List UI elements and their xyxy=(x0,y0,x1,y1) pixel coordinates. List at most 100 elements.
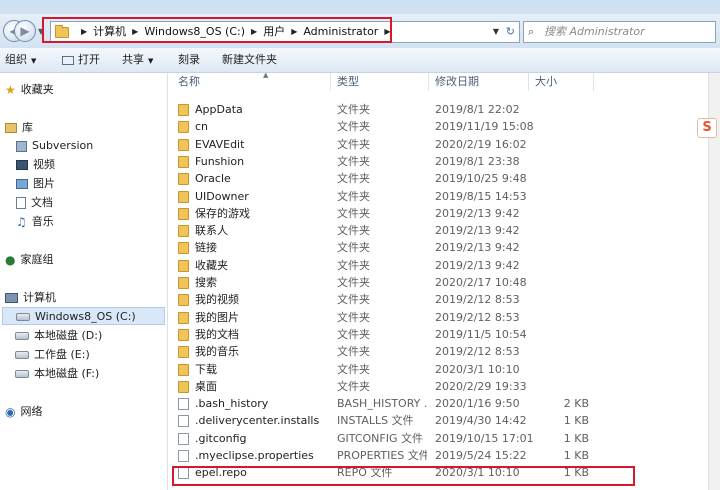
table-row[interactable]: .gitconfig GITCONFIG 文件 2019/10/15 17:01 1 … xyxy=(168,430,708,447)
table-row[interactable]: AppData 文件夹 2019/8/1 22:02 xyxy=(168,101,708,118)
table-row[interactable]: EVAVEdit 文件夹 2020/2/19 16:02 xyxy=(168,136,708,153)
homegroup-icon: ● xyxy=(5,253,16,267)
nav-item-drive-d[interactable]: 本地磁盘 (D:) xyxy=(15,327,102,345)
nav-item-drive-f[interactable]: 本地磁盘 (F:) xyxy=(15,365,99,383)
column-label: 修改日期 xyxy=(435,75,479,88)
folder-icon xyxy=(178,346,189,359)
table-row[interactable]: 保存的游戏 文件夹 2019/2/13 9:42 xyxy=(168,205,708,222)
nav-item-documents[interactable]: 文档 xyxy=(16,194,53,212)
navigation-pane: ★ 收藏夹 库 Subversion 视频 图片 文档 ♫ 音乐 ● 家庭组 计算机 … xyxy=(0,73,168,490)
column-header-type[interactable]: 类型 xyxy=(337,73,359,91)
search-input[interactable]: ⌕ 搜索 Administrator xyxy=(523,21,716,43)
drive-icon xyxy=(15,351,29,359)
nav-item-subversion[interactable]: Subversion xyxy=(16,137,93,155)
folder-icon xyxy=(178,138,189,151)
share-button[interactable]: 共享 ▼ xyxy=(122,48,153,72)
file-type: GITCONFIG 文件 xyxy=(337,431,424,445)
file-type: 文件夹 xyxy=(337,362,370,376)
file-type: 文件夹 xyxy=(337,345,370,359)
folder-icon xyxy=(178,328,189,341)
nav-item-network[interactable]: ◉ 网络 xyxy=(5,403,42,421)
table-row[interactable]: UIDowner 文件夹 2019/8/15 14:53 xyxy=(168,188,708,205)
nav-item-computer[interactable]: 计算机 xyxy=(5,289,56,307)
folder-icon xyxy=(178,121,189,134)
folder-icon xyxy=(178,155,189,168)
file-name: 我的音乐 xyxy=(195,345,239,359)
document-icon xyxy=(16,197,26,209)
table-row[interactable]: 收藏夹 文件夹 2019/2/13 9:42 xyxy=(168,257,708,274)
file-date: 2019/2/12 8:53 xyxy=(435,310,520,324)
column-divider[interactable] xyxy=(528,73,529,91)
column-label: 名称 xyxy=(178,75,200,88)
table-row[interactable]: 我的文档 文件夹 2019/11/5 10:54 xyxy=(168,326,708,343)
file-date: 2019/2/13 9:42 xyxy=(435,241,520,255)
address-dropdown-icon[interactable]: ▼ xyxy=(493,22,499,42)
table-row[interactable]: .deliverycenter.installs INSTALLS 文件 2019/… xyxy=(168,412,708,429)
table-row[interactable]: 桌面 文件夹 2020/2/29 19:33 xyxy=(168,378,708,395)
column-divider[interactable] xyxy=(428,73,429,91)
highlight-box-address xyxy=(42,17,392,43)
nav-label: 家庭组 xyxy=(20,253,54,266)
nav-label: 库 xyxy=(22,121,33,134)
folder-icon xyxy=(178,311,189,324)
nav-item-drive-e[interactable]: 工作盘 (E:) xyxy=(15,346,90,364)
file-icon xyxy=(178,450,189,462)
folder-icon xyxy=(178,277,189,289)
new-folder-button[interactable]: 新建文件夹 xyxy=(222,48,277,72)
table-row[interactable]: 我的视频 文件夹 2019/2/12 8:53 xyxy=(168,291,708,308)
column-divider[interactable] xyxy=(330,73,331,91)
nav-item-pictures[interactable]: 图片 xyxy=(16,175,55,193)
file-type: 文件夹 xyxy=(337,172,370,186)
file-date: 2019/2/13 9:42 xyxy=(435,224,520,238)
new-folder-label: 新建文件夹 xyxy=(222,53,277,66)
table-row[interactable]: .myeclipse.properties PROPERTIES 文件 2019/5… xyxy=(168,447,708,464)
file-date: 2019/11/5 10:54 xyxy=(435,327,527,341)
forward-button[interactable]: ▶ xyxy=(14,20,36,42)
nav-item-libraries[interactable]: 库 xyxy=(5,119,33,137)
file-name-cell: 联系人 xyxy=(178,222,328,239)
nav-item-videos[interactable]: 视频 xyxy=(16,156,55,174)
file-name-cell: .bash_history xyxy=(178,395,328,412)
table-row[interactable]: 下载 文件夹 2020/3/1 10:10 xyxy=(168,361,708,378)
open-button[interactable]: 打开 xyxy=(62,48,100,72)
video-icon xyxy=(16,160,28,170)
nav-label: Windows8_OS (C:) xyxy=(35,310,136,323)
table-row[interactable]: 联系人 文件夹 2019/2/13 9:42 xyxy=(168,222,708,239)
file-name: 下载 xyxy=(195,362,217,376)
file-date: 2019/4/30 14:42 xyxy=(435,414,527,428)
organize-button[interactable]: 组织 ▼ xyxy=(5,48,36,72)
column-header-name[interactable]: 名称 xyxy=(178,73,200,91)
library-icon xyxy=(5,123,17,133)
network-icon: ◉ xyxy=(5,405,16,419)
column-header-size[interactable]: 大小 xyxy=(535,73,557,91)
column-header-date[interactable]: 修改日期 xyxy=(435,73,479,91)
file-name-cell: .deliverycenter.installs xyxy=(178,412,328,429)
file-type: 文件夹 xyxy=(337,241,370,255)
burn-button[interactable]: 刻录 xyxy=(178,48,200,72)
table-row[interactable]: 搜索 文件夹 2020/2/17 10:48 xyxy=(168,274,708,291)
file-date: 2019/2/13 9:42 xyxy=(435,206,520,220)
ime-badge[interactable]: S xyxy=(697,118,717,138)
column-divider[interactable] xyxy=(593,73,594,91)
nav-item-drive-c[interactable]: Windows8_OS (C:) xyxy=(2,307,165,325)
table-row[interactable]: 我的音乐 文件夹 2019/2/12 8:53 xyxy=(168,343,708,360)
file-name: 我的图片 xyxy=(195,310,239,324)
table-row[interactable]: Funshion 文件夹 2019/8/1 23:38 xyxy=(168,153,708,170)
file-date: 2019/8/1 23:38 xyxy=(435,154,520,168)
nav-item-favorites[interactable]: ★ 收藏夹 xyxy=(5,81,54,99)
table-row[interactable]: Oracle 文件夹 2019/10/25 9:48 xyxy=(168,170,708,187)
file-name: .deliverycenter.installs xyxy=(195,414,320,428)
file-name-cell: Funshion xyxy=(178,153,328,170)
table-row[interactable]: 链接 文件夹 2019/2/13 9:42 xyxy=(168,239,708,256)
nav-label: 计算机 xyxy=(23,291,56,304)
table-row[interactable]: 我的图片 文件夹 2019/2/12 8:53 xyxy=(168,309,708,326)
nav-item-music[interactable]: ♫ 音乐 xyxy=(16,213,54,231)
nav-item-homegroup[interactable]: ● 家庭组 xyxy=(5,251,53,269)
table-row[interactable]: .bash_history BASH_HISTORY ... 2020/1/16 9… xyxy=(168,395,708,412)
refresh-icon[interactable]: ↻ xyxy=(506,22,515,42)
nav-label: 音乐 xyxy=(31,215,54,228)
file-date: 2020/2/19 16:02 xyxy=(435,137,527,151)
file-date: 2020/2/17 10:48 xyxy=(435,276,527,289)
table-row[interactable]: cn 文件夹 2019/11/19 15:08 xyxy=(168,118,708,135)
file-name: Oracle xyxy=(195,172,231,186)
